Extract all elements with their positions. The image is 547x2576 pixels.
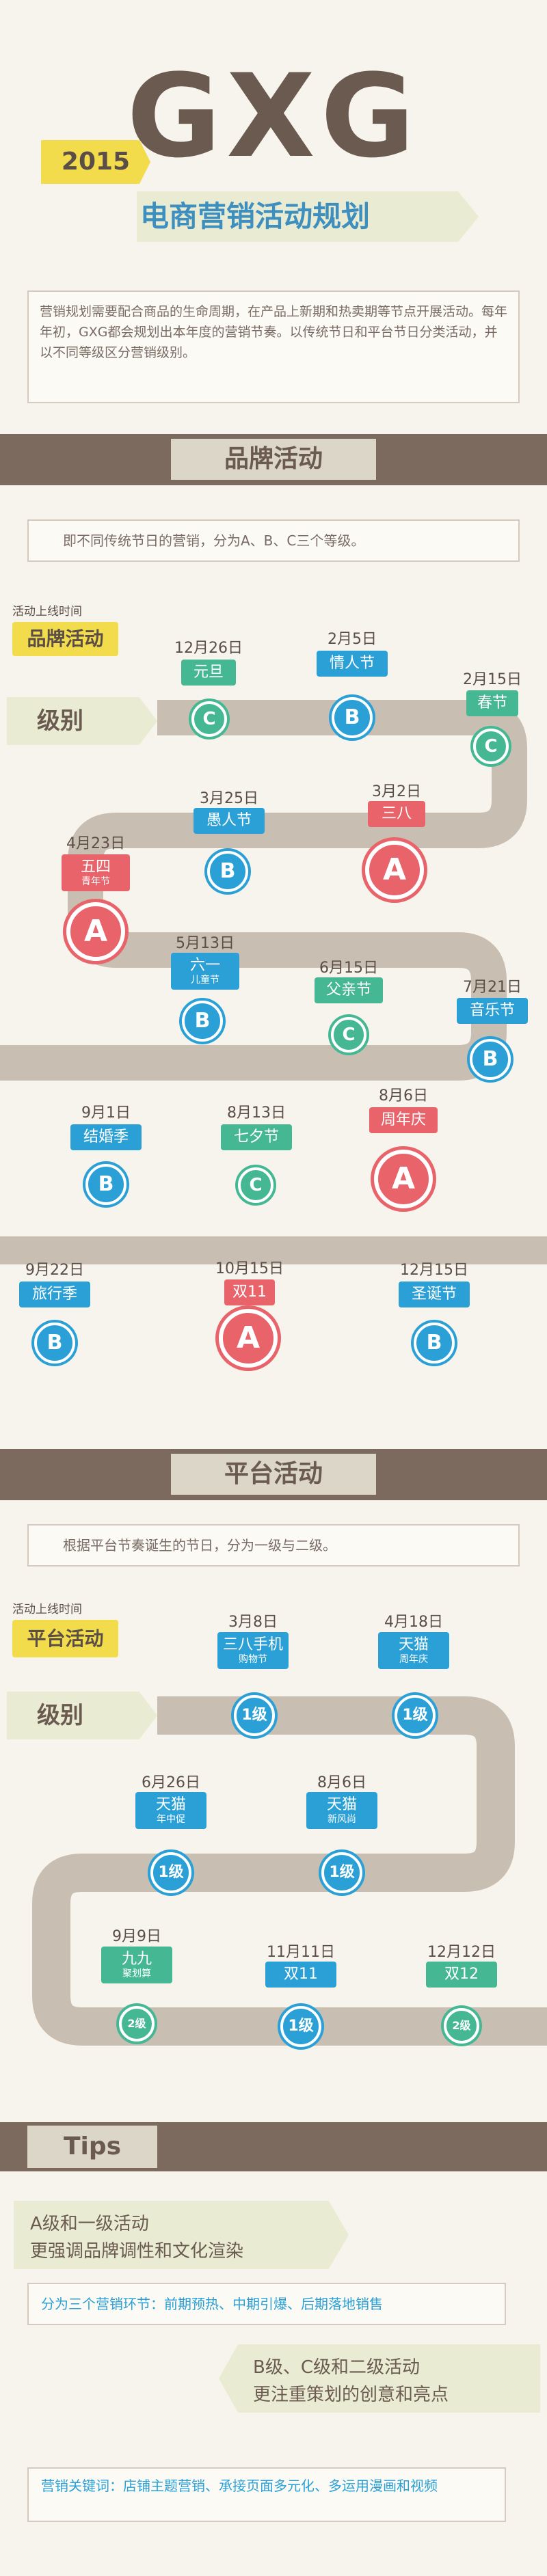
page-title: 电商营销活动规划 <box>140 200 371 233</box>
event-date: 3月8日 <box>228 1614 278 1631</box>
level-1-badge: 1级 <box>280 2006 321 2047</box>
event-label: 愚人节 <box>194 808 265 834</box>
brand-flag: 品牌活动 <box>12 622 118 656</box>
platform-section-title: 平台活动 <box>171 1454 376 1495</box>
tip-b-level: B级、C级和二级活动 更注重策划的创意和亮点 <box>219 2344 540 2413</box>
year-tag: 2015 <box>41 140 150 184</box>
event-label: 天猫 新风尚 <box>306 1792 377 1829</box>
event-label-sub: 聚划算 <box>122 1968 151 1979</box>
grade-a-badge: A <box>66 902 125 961</box>
event-date: 8月6日 <box>379 1087 428 1104</box>
grade-b-badge: B <box>470 1039 511 1080</box>
grade-b-badge: B <box>85 1164 126 1205</box>
event-date: 3月2日 <box>372 783 421 800</box>
event-date: 9月9日 <box>112 1928 161 1945</box>
level-2-badge: 2级 <box>119 2006 155 2042</box>
event-label: 双11 <box>224 1279 275 1305</box>
event-label-main: 天猫 <box>398 1636 429 1653</box>
event-label-main: 天猫 <box>155 1796 186 1813</box>
event-date: 6月15日 <box>319 960 378 977</box>
event-label: 天猫 周年庆 <box>378 1632 449 1669</box>
event-date: 11月11日 <box>267 1944 335 1961</box>
event-date: 2月5日 <box>328 631 377 648</box>
event-label: 天猫 年中促 <box>135 1792 206 1829</box>
brand-section-title: 品牌活动 <box>171 439 376 480</box>
event-label-main: 五四 <box>80 858 111 876</box>
event-label: 双12 <box>426 1962 497 1988</box>
event-date: 8月13日 <box>227 1104 286 1122</box>
event-label-sub: 儿童节 <box>191 975 219 986</box>
event-label: 双11 <box>265 1962 336 1988</box>
brand-online-time-label: 活动上线时间 <box>12 605 82 619</box>
event-label-sub: 年中促 <box>157 1814 185 1825</box>
intro-text: 营销规划需要配合商品的生命周期，在产品上新期和热卖期等节点开展活动。每年年初，G… <box>27 290 520 403</box>
event-date: 6月26日 <box>142 1774 200 1791</box>
grade-a-badge: A <box>374 1150 433 1208</box>
tips-title: Tips <box>27 2126 157 2168</box>
grade-b-badge: B <box>414 1323 455 1364</box>
tip-box-keywords: 营销关键词：店铺主题营销、承接页面多元化、多运用漫画和视频 <box>27 2467 506 2522</box>
level-1-badge: 1级 <box>234 1695 275 1736</box>
event-label-main: 六一 <box>189 957 220 974</box>
event-label: 音乐节 <box>457 998 528 1024</box>
event-label: 三八 <box>368 801 425 827</box>
event-date: 5月13日 <box>176 935 235 952</box>
event-date: 7月21日 <box>463 979 522 996</box>
event-label-sub: 新风尚 <box>328 1814 356 1825</box>
platform-note: 根据平台节奏诞生的节日，分为一级与二级。 <box>27 1524 520 1567</box>
event-label-main: 九九 <box>121 1951 152 1968</box>
event-date: 2月15日 <box>463 671 522 688</box>
event-label-main: 三八手机 <box>222 1636 283 1653</box>
event-label-main: 天猫 <box>326 1796 357 1813</box>
grade-b-badge: B <box>207 851 248 892</box>
grade-c-badge: C <box>331 1017 366 1053</box>
event-label: 元旦 <box>181 660 236 686</box>
level-1-badge: 1级 <box>321 1852 362 1893</box>
event-label: 九九 聚划算 <box>101 1947 172 1983</box>
event-date: 8月6日 <box>317 1774 366 1791</box>
event-label: 父亲节 <box>315 977 383 1003</box>
grade-b-badge: B <box>332 697 373 738</box>
event-date: 9月1日 <box>81 1104 131 1122</box>
infographic: GXG 2015 电商营销活动规划 营销规划需要配合商品的生命周期，在产品上新期… <box>0 0 547 2576</box>
event-label-sub: 购物节 <box>239 1654 267 1665</box>
event-date: 4月18日 <box>384 1614 443 1631</box>
grade-b-badge: B <box>182 1001 223 1042</box>
event-label: 六一 儿童节 <box>171 953 239 990</box>
event-date: 10月15日 <box>215 1260 284 1277</box>
event-date: 4月23日 <box>66 835 125 852</box>
grade-c-badge: C <box>238 1167 274 1203</box>
grade-a-badge: A <box>219 1309 278 1368</box>
event-label: 旅行季 <box>19 1282 90 1307</box>
event-label: 五四 青年节 <box>62 854 130 891</box>
event-label: 情人节 <box>317 651 388 677</box>
event-label: 圣诞节 <box>399 1282 470 1307</box>
event-label-sub: 周年庆 <box>399 1654 428 1665</box>
grade-b-badge: B <box>34 1323 75 1364</box>
brand-track <box>0 700 547 1264</box>
event-label: 七夕节 <box>221 1124 292 1150</box>
event-date: 12月12日 <box>427 1944 496 1961</box>
level-1-badge: 1级 <box>395 1695 436 1736</box>
level-2-badge: 2级 <box>444 2008 479 2044</box>
platform-online-time-label: 活动上线时间 <box>12 1603 82 1616</box>
grade-a-badge: A <box>365 841 424 899</box>
event-date: 9月22日 <box>25 1262 84 1279</box>
event-label: 结婚季 <box>70 1124 142 1150</box>
event-date: 12月15日 <box>400 1262 468 1279</box>
event-label: 三八手机 购物节 <box>217 1632 289 1669</box>
tip-a-level: A级和一级活动 更强调品牌调性和文化渲染 <box>14 2201 349 2269</box>
event-label: 春节 <box>466 690 518 716</box>
tip-box-stages: 分为三个营销环节：前期预热、中期引爆、后期落地销售 <box>27 2283 506 2325</box>
event-date: 12月26日 <box>174 640 243 657</box>
event-date: 3月25日 <box>200 790 258 807</box>
level-1-badge: 1级 <box>150 1852 191 1893</box>
grade-c-badge: C <box>191 701 227 737</box>
platform-flag: 平台活动 <box>12 1620 118 1657</box>
event-label: 周年庆 <box>369 1107 438 1133</box>
brand-note: 即不同传统节日的营销，分为A、B、C三个等级。 <box>27 519 520 562</box>
grade-c-badge: C <box>473 729 509 764</box>
event-label-sub: 青年节 <box>81 876 110 887</box>
